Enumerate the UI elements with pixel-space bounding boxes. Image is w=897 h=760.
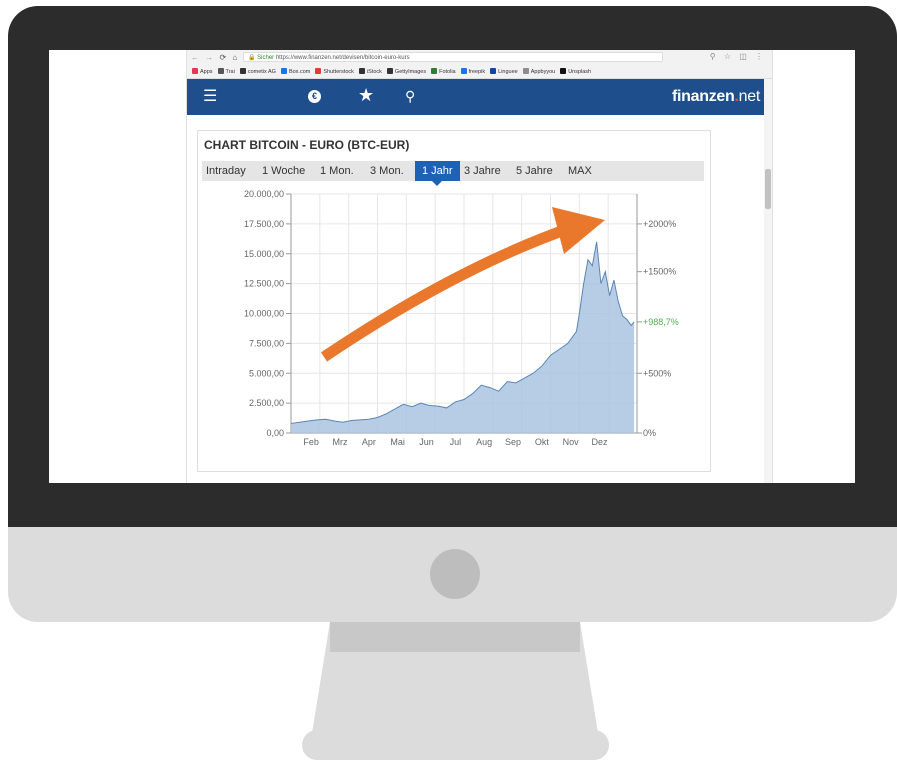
tab-max[interactable]: MAX (568, 161, 592, 181)
bookmark-icon (239, 68, 246, 74)
tab-1-woche[interactable]: 1 Woche (262, 161, 305, 181)
bookmark-icon (386, 68, 393, 74)
brand-suffix: net (738, 88, 761, 105)
y-tick-label: 15.000,00 (244, 249, 284, 259)
address-bar: ← → ⟳ ⌂ 🔒 Sicher https://www.finanzen.ne… (187, 50, 772, 66)
x-tick-label: Jun (419, 437, 434, 447)
bookmark-label: Linguee (498, 69, 518, 75)
x-tick-label: Sep (505, 437, 521, 447)
bookmark-label: Appbyyou (530, 69, 556, 75)
bookmark-item[interactable]: Appbyyou (522, 66, 556, 78)
tab-intraday[interactable]: Intraday (206, 161, 246, 181)
bookmark-item[interactable]: Unsplash (560, 66, 591, 78)
nav-buttons[interactable]: ← → ⟳ ⌂ (191, 53, 239, 62)
bookmark-item[interactable]: Fotolia (431, 66, 456, 78)
bookmark-item[interactable]: iStock (358, 66, 382, 78)
bookmark-icon (490, 68, 497, 74)
bookmark-icon (192, 68, 198, 74)
bookmark-item[interactable]: freepik (460, 66, 486, 78)
bookmark-item[interactable]: Linguee (490, 66, 518, 78)
monitor-foot (302, 730, 609, 760)
star-icon[interactable]: ★ (358, 85, 374, 106)
chart-title: CHART BITCOIN - EURO (BTC-EUR) (204, 138, 410, 152)
y-tick-label: 2.500,00 (249, 398, 284, 408)
bookmark-item[interactable]: Box.com (280, 66, 311, 78)
y-tick-label: 10.000,00 (244, 309, 284, 319)
bookmark-label: Unsplash (568, 69, 592, 75)
tab-1-mon[interactable]: 1 Mon. (320, 161, 354, 181)
bookmark-icon (560, 68, 567, 74)
site-logo[interactable]: finanzen.net (672, 88, 760, 106)
tab-3-jahre[interactable]: 3 Jahre (464, 161, 501, 181)
trend-arrow-shaft (320, 221, 575, 362)
last-value-label: +988,7% (643, 317, 679, 327)
x-tick-label: Mrz (333, 437, 348, 447)
x-tick-label: Dez (592, 437, 609, 447)
y-right-tick-label: +1500% (643, 267, 676, 277)
url-text: https://www.finanzen.net/devisen/bitcoin… (275, 55, 410, 61)
x-tick-label: Mai (390, 437, 405, 447)
bookmark-icon (280, 68, 287, 74)
y-tick-label: 20.000,00 (244, 189, 284, 199)
brand-main: finanzen (672, 88, 735, 105)
active-tab-pointer (432, 181, 442, 186)
y-tick-label: 17.500,00 (244, 219, 284, 229)
bookmark-label: Box.com (288, 69, 311, 75)
y-tick-label: 7.500,00 (249, 338, 284, 348)
y-tick-label: 5.000,00 (249, 368, 284, 378)
bookmarks-bar: Apps Trai cometix AG Box.com Shutterstock iSt… (187, 66, 772, 79)
hamburger-menu-icon[interactable]: ☰ (203, 89, 217, 105)
browser-action-icons[interactable]: ⚲ ☆ ◫ ⋮ (710, 52, 766, 61)
bookmark-item[interactable]: Apps (192, 66, 213, 78)
bookmark-label: iStock (366, 69, 382, 75)
y-right-tick-label: 0% (643, 428, 656, 438)
x-tick-label: Jul (450, 437, 462, 447)
lock-icon: 🔒 (248, 55, 256, 61)
x-tick-label: Aug (476, 437, 492, 447)
site-header: ☰ € ★ ⚲ finanzen.net (187, 79, 772, 115)
bookmark-icon (315, 68, 322, 74)
bookmark-label: Shutterstock (323, 69, 354, 75)
bookmark-item[interactable]: Trai (217, 66, 235, 78)
bookmark-label: Fotolia (439, 69, 456, 75)
y-tick-label: 0,00 (266, 428, 284, 438)
x-tick-label: Apr (362, 437, 376, 447)
tab-5-jahre[interactable]: 5 Jahre (516, 161, 553, 181)
bookmark-icon (460, 68, 467, 74)
bitcoin-chart: 0,00 2.500,00 5.000,00 7.500,00 10.000,00 12.… (244, 189, 679, 447)
y-tick-label: 12.500,00 (244, 279, 284, 289)
bookmark-label: cometix AG (247, 69, 276, 75)
bookmark-label: Apps (200, 69, 213, 75)
bookmark-icon (217, 68, 224, 74)
x-tick-label: Nov (563, 437, 580, 447)
bookmark-label: GettyImages (394, 69, 427, 75)
y-right-tick-label: +500% (643, 368, 671, 378)
bookmark-item[interactable]: cometix AG (239, 66, 276, 78)
bookmark-label: Trai (225, 69, 235, 75)
chart-card: CHART BITCOIN - EURO (BTC-EUR) Intraday 1… (197, 130, 711, 472)
screen: ← → ⟳ ⌂ 🔒 Sicher https://www.finanzen.ne… (49, 50, 855, 483)
y-right-tick-label: +2000% (643, 219, 676, 229)
x-tick-label: Feb (303, 437, 319, 447)
bookmark-icon (522, 68, 529, 74)
scrollbar[interactable] (764, 79, 772, 483)
bookmark-icon (358, 68, 365, 74)
bookmark-icon (431, 68, 438, 74)
search-icon[interactable]: ⚲ (405, 88, 415, 105)
url-field[interactable]: 🔒 Sicher https://www.finanzen.net/devise… (243, 52, 663, 62)
bookmark-label: freepik (468, 69, 486, 75)
tab-1-jahr[interactable]: 1 Jahr (415, 161, 460, 181)
range-tabs: Intraday 1 Woche 1 Mon. 3 Mon. 1 Jahr 3 Jahre… (202, 161, 704, 186)
browser-window: ← → ⟳ ⌂ 🔒 Sicher https://www.finanzen.ne… (186, 50, 773, 483)
euro-icon[interactable]: € (308, 90, 321, 103)
bookmark-item[interactable]: Shutterstock (315, 66, 354, 78)
scrollbar-thumb[interactable] (765, 169, 771, 209)
tab-3-mon[interactable]: 3 Mon. (370, 161, 404, 181)
secure-label: Sicher (257, 55, 275, 61)
bookmark-item[interactable]: GettyImages (386, 66, 427, 78)
x-tick-label: Okt (535, 437, 550, 447)
